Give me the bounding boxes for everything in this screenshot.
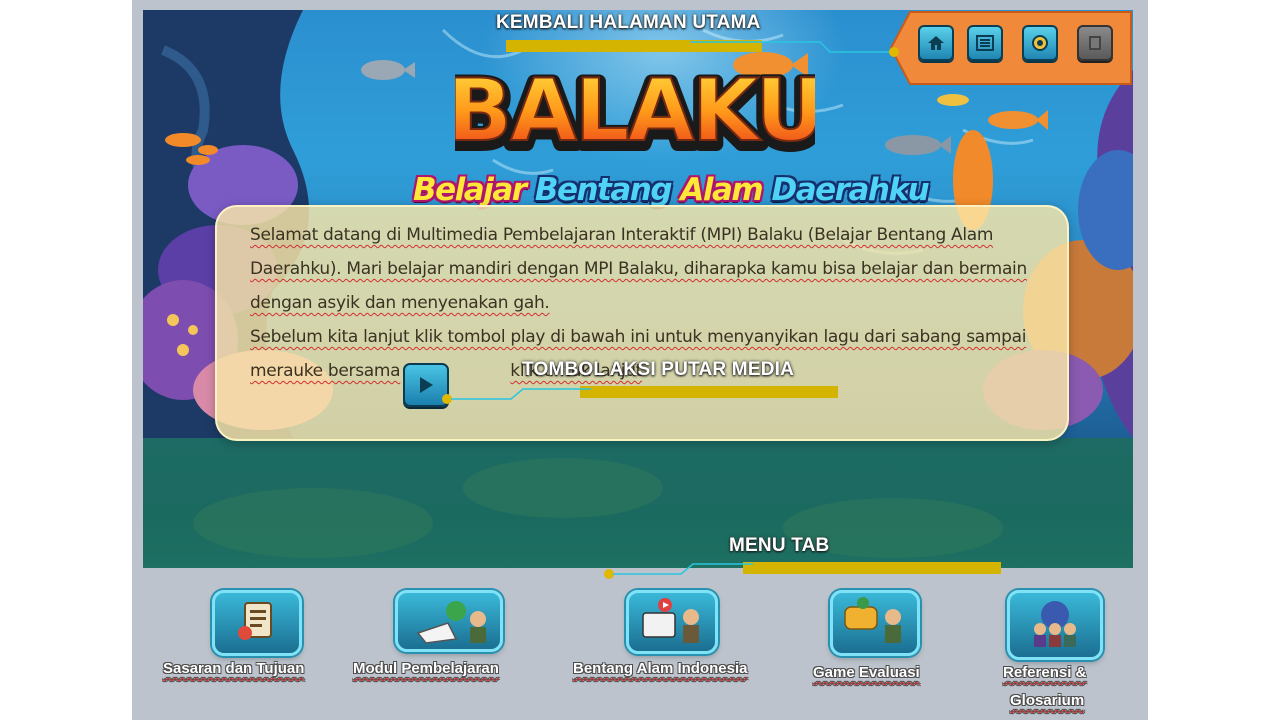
tab-icon-frame <box>830 590 920 656</box>
menu-list-button[interactable] <box>967 25 1003 61</box>
welcome-line: dengan asyik dan menyenakan gah. <box>250 293 550 313</box>
exit-icon <box>1089 36 1101 50</box>
tab-modul-pembelajaran[interactable]: Modul Pembelajaran <box>350 586 520 686</box>
seabed-rock <box>193 488 433 558</box>
settings-button[interactable] <box>1022 25 1058 61</box>
welcome-line: merauke bersama <box>250 361 401 381</box>
home-callout-label: KEMBALI HALAMAN UTAMA <box>496 12 761 33</box>
list-icon <box>976 35 994 51</box>
menu-callout-bar <box>743 562 1001 574</box>
tab-sasaran-tujuan[interactable]: Sasaran dan Tujuan <box>160 586 325 686</box>
subtitle-word: Belajar <box>413 172 527 208</box>
quiz-game-icon <box>844 597 901 643</box>
tab-game-evaluasi[interactable]: Game Evaluasi <box>805 586 940 686</box>
tab-icon-frame <box>395 590 503 652</box>
title-text: BALAKU <box>455 62 815 161</box>
play-callout-line <box>442 388 591 404</box>
settings-icon <box>1032 35 1048 51</box>
reference-people-icon <box>1034 601 1076 647</box>
balaku-logo: BALAKU BALAKU <box>440 58 832 172</box>
subtitle-word: Bentang <box>534 172 673 208</box>
tab-label: Bentang Alam Indonesia <box>573 660 748 677</box>
seabed-ground <box>143 438 1133 568</box>
tab-label: Glosarium <box>1010 692 1085 709</box>
app-subtitle: Belajar Bentang Alam Daerahku <box>413 172 930 208</box>
tab-label: Modul Pembelajaran <box>353 660 499 677</box>
home-callout-line <box>690 41 899 57</box>
tab-icon-frame <box>212 590 302 656</box>
app-title-logo: BALAKU BALAKU <box>440 58 832 172</box>
welcome-line: Daerahku). Mari belajar mandiri dengan M… <box>250 259 1027 279</box>
target-document-icon <box>238 602 272 640</box>
top-nav-panel <box>889 11 1132 85</box>
menu-callout-label: MENU TAB <box>729 535 830 556</box>
seabed-rock <box>463 458 663 518</box>
menu-callout-line <box>604 563 753 579</box>
module-book-icon <box>416 601 486 644</box>
exit-button[interactable] <box>1077 25 1113 61</box>
subtitle-word: Daerahku <box>771 172 930 208</box>
tab-referensi-glosarium[interactable]: Referensi & Glosarium <box>985 586 1115 716</box>
tab-bentang-alam-indonesia[interactable]: Bentang Alam Indonesia <box>570 586 770 686</box>
play-icon <box>420 377 433 393</box>
tab-icon-frame <box>626 590 718 654</box>
tab-icon-frame <box>1007 590 1103 660</box>
welcome-line: Selamat datang di Multimedia Pembelajara… <box>250 225 994 245</box>
welcome-line: Sebelum kita lanjut klik tombol play di … <box>250 327 1027 347</box>
home-icon <box>928 36 944 50</box>
subtitle-word: Alam <box>680 172 763 208</box>
tab-label: Referensi & <box>1003 664 1087 681</box>
landscape-video-icon <box>642 598 699 643</box>
play-callout-label: TOMBOL AKSI PUTAR MEDIA <box>522 359 795 380</box>
play-callout-bar <box>580 386 838 398</box>
tab-label: Sasaran dan Tujuan <box>163 660 305 677</box>
home-button[interactable] <box>918 25 954 61</box>
tab-label: Game Evaluasi <box>813 664 920 681</box>
